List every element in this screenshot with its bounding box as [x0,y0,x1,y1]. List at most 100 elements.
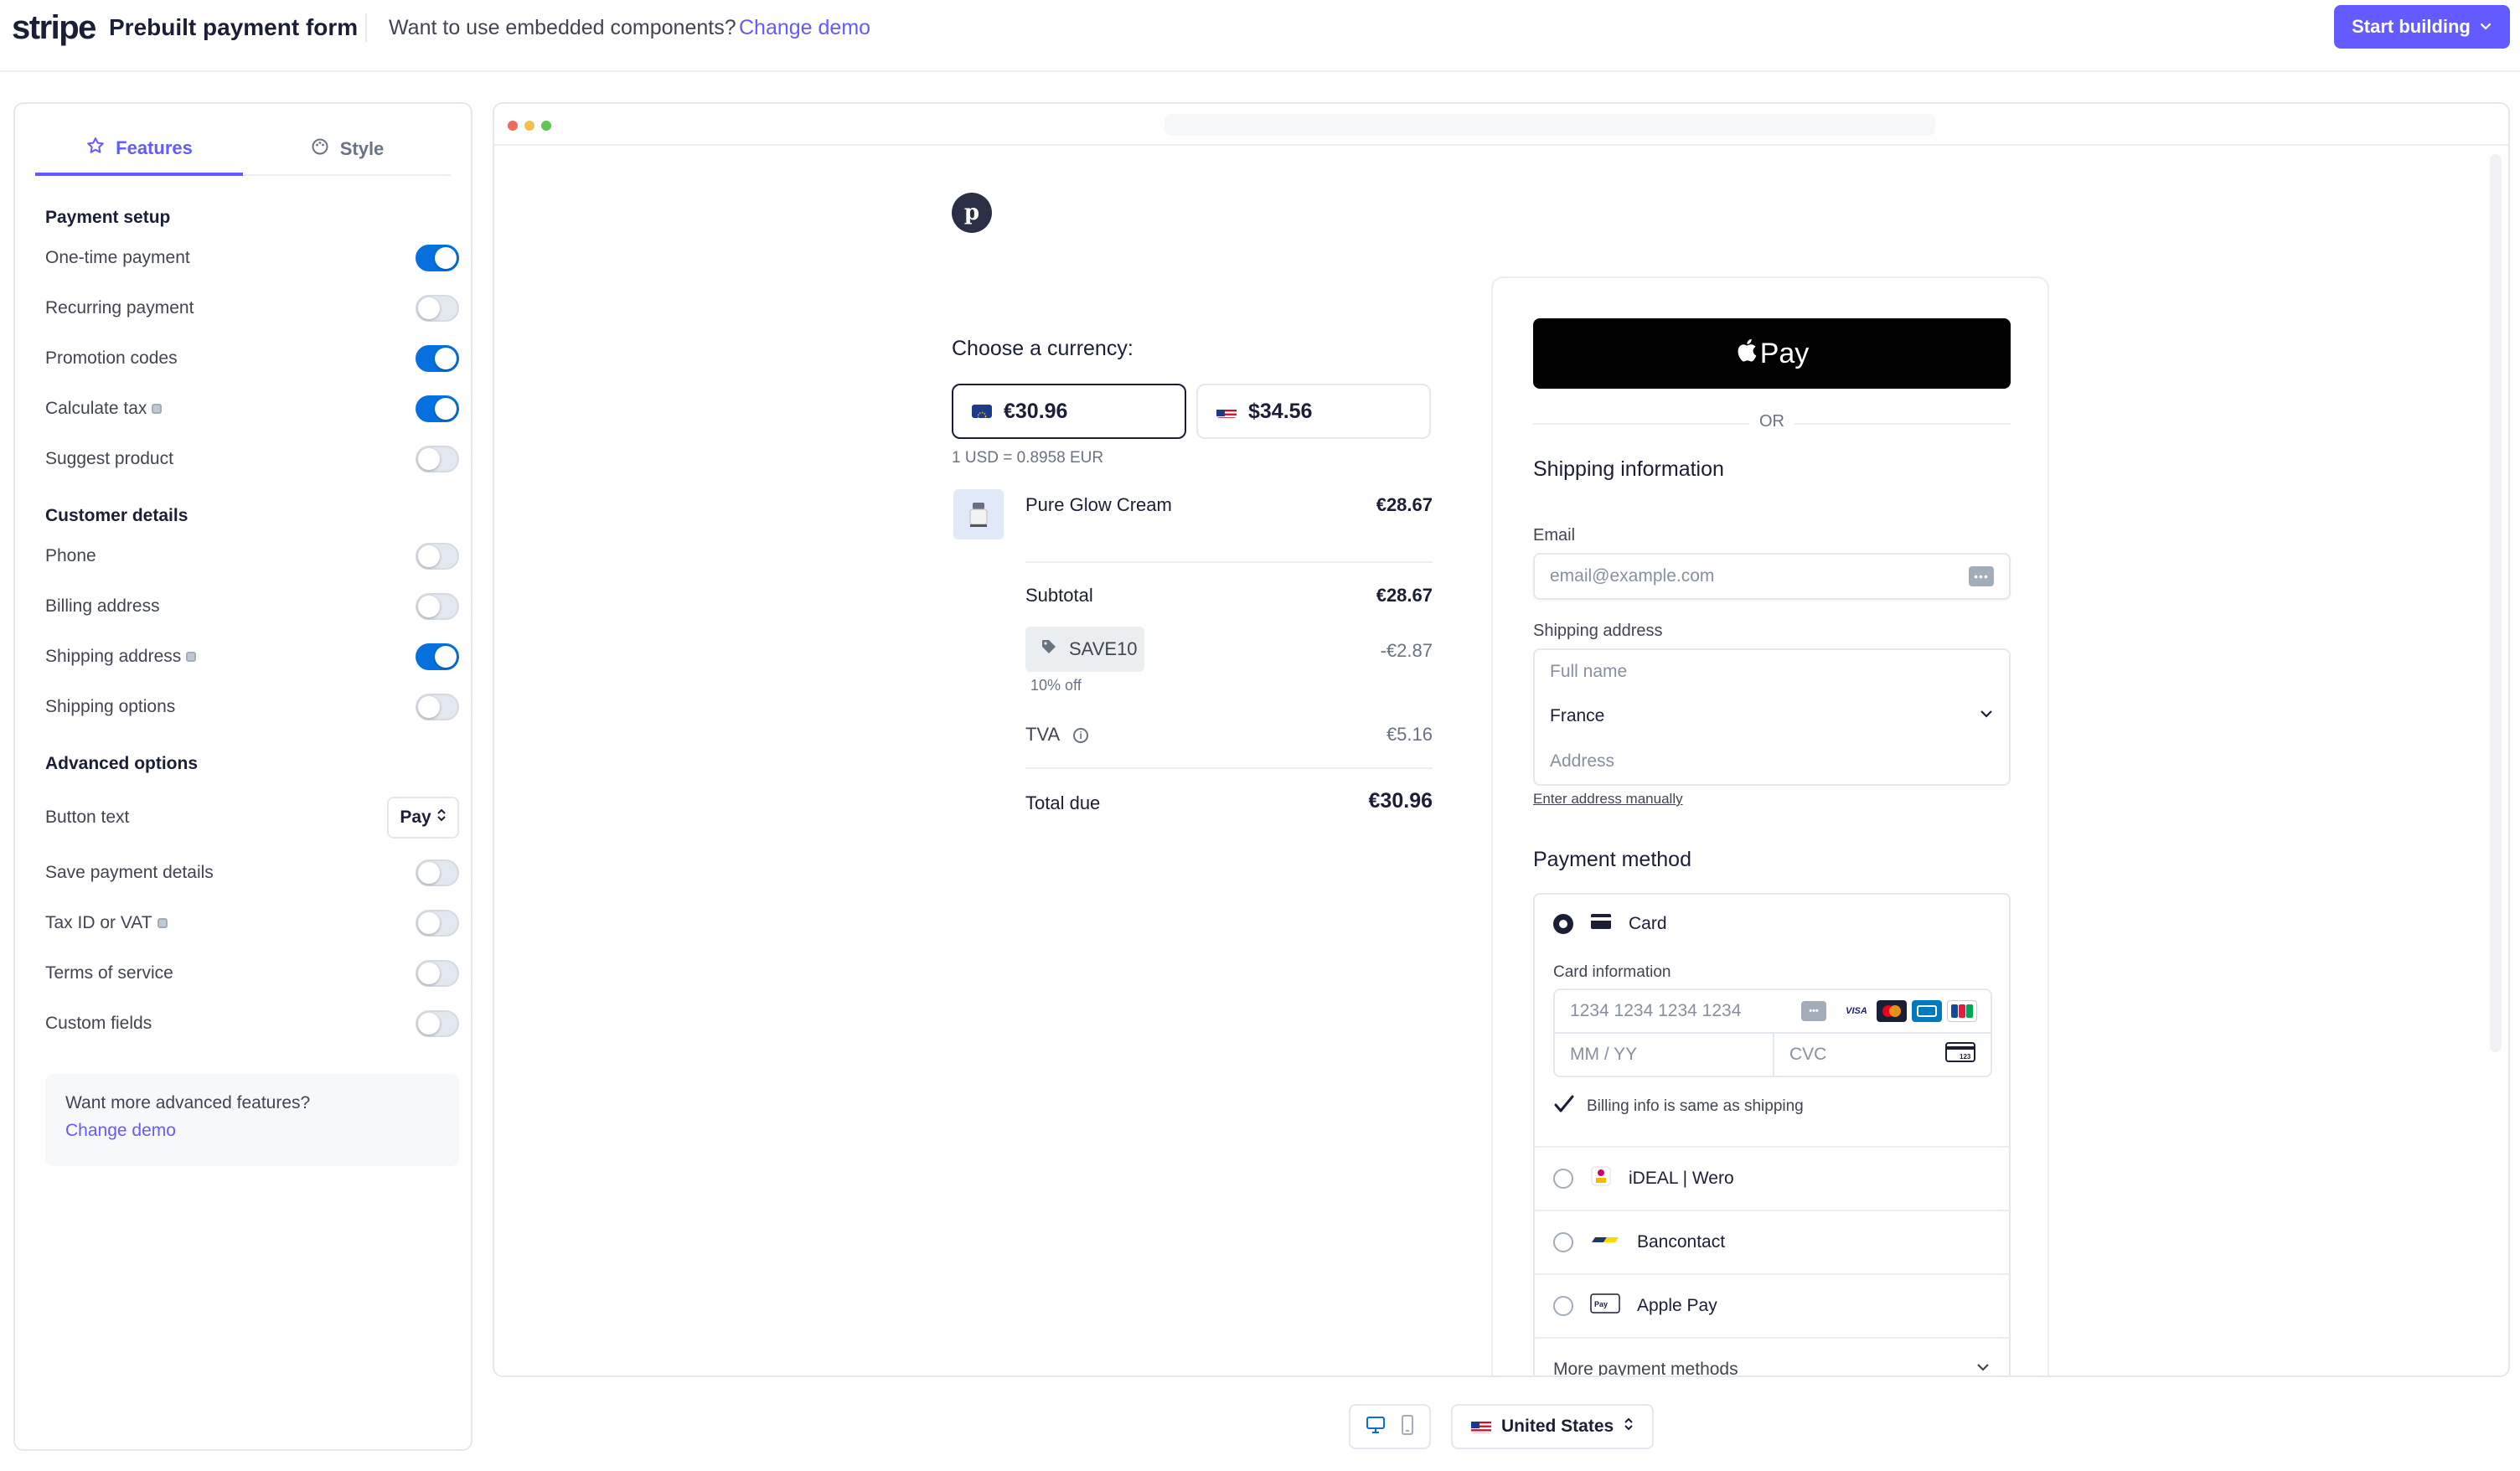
checkmark-icon[interactable] [1553,1094,1575,1119]
promotion-codes-toggle[interactable] [416,345,459,372]
apple-logo-icon [1735,338,1757,370]
currency-option-eur[interactable]: €30.96 [952,384,1186,439]
button-text-select[interactable]: Pay [387,797,459,839]
shipping-options-toggle[interactable] [416,694,459,720]
card-label: Card [1629,914,1667,933]
option-label: Recurring payment [45,298,194,317]
cvc-field[interactable]: CVC 123 [1773,1032,1992,1077]
calculate-tax-toggle[interactable] [416,395,459,422]
chevron-down-icon [1979,706,1994,726]
autofill-icon[interactable]: ••• [1801,1001,1826,1021]
info-circle-icon[interactable]: i [1073,728,1089,744]
country-select[interactable]: France [1533,694,2011,741]
chevron-down-icon [2479,16,2492,38]
option-save-payment-details: Save payment details [45,856,459,890]
scrollbar[interactable] [2490,154,2502,1052]
custom-fields-toggle[interactable] [416,1010,459,1037]
tab-features[interactable]: Features [35,124,243,176]
tab-features-label: Features [116,137,193,158]
tab-style[interactable]: Style [243,124,451,176]
option-label: Custom fields [45,1014,152,1033]
change-demo-link[interactable]: Change demo [739,15,870,40]
save-payment-details-toggle[interactable] [416,859,459,886]
divider [1025,561,1433,563]
mobile-icon[interactable] [1401,1414,1414,1439]
email-field[interactable]: email@example.com ••• [1533,553,2011,600]
card-number-placeholder: 1234 1234 1234 1234 [1570,1001,1742,1020]
card-number-field[interactable]: 1234 1234 1234 1234 ••• VISA [1553,988,1992,1034]
option-calculate-tax: Calculate tax [45,392,459,426]
full-name-field[interactable]: Full name [1533,648,2011,695]
shipping-address-label: Shipping address [1533,622,1663,640]
currency-amount: $34.56 [1248,399,1313,423]
enter-address-manually-link[interactable]: Enter address manually [1533,791,1683,808]
advanced-features-callout: Want more advanced features? Change demo [45,1074,459,1166]
bancontact-radio[interactable] [1553,1232,1573,1252]
option-label: Button text [45,808,130,827]
total-value: €30.96 [1368,789,1433,813]
option-promotion-codes: Promotion codes [45,342,459,375]
advanced-options-heading: Advanced options [45,754,199,773]
browser-chrome [494,104,2508,146]
option-billing-address: Billing address [45,590,459,623]
url-bar [1164,114,1935,136]
option-label: Billing address [45,596,160,616]
stripe-logo[interactable]: stripe [12,8,96,47]
tag-icon [1041,638,1057,660]
updown-chevron-icon [1624,1417,1634,1437]
header-divider [365,13,367,42]
total-label: Total due [1025,792,1101,813]
credit-card-icon [1590,913,1612,935]
option-label: Phone [45,546,96,565]
apple-pay-radio[interactable] [1553,1296,1573,1316]
preview-country-select[interactable]: United States [1451,1404,1654,1449]
suggest-product-toggle[interactable] [416,446,459,472]
shipping-address-toggle[interactable] [416,643,459,670]
payment-option-bancontact[interactable]: Bancontact [1535,1210,2009,1273]
info-icon[interactable] [157,918,168,929]
more-payment-methods[interactable]: More payment methods [1535,1337,2009,1376]
option-label: Save payment details [45,863,214,882]
one-time-payment-toggle[interactable] [416,245,459,271]
autofill-icon[interactable]: ••• [1969,566,1994,586]
payment-method-heading: Payment method [1533,848,1691,871]
address-placeholder: Address [1550,751,1615,771]
apple-pay-button[interactable]: Pay [1533,318,2011,389]
payment-option-apple-pay[interactable]: Pay Apple Pay [1535,1273,2009,1337]
ideal-icon [1590,1165,1612,1192]
change-demo-link[interactable]: Change demo [65,1116,439,1146]
payment-option-ideal[interactable]: iDEAL | Wero [1535,1146,2009,1210]
recurring-payment-toggle[interactable] [416,295,459,322]
button-text-value: Pay [400,808,431,827]
minimize-dot-icon [524,121,534,131]
option-label: Suggest product [45,449,173,468]
svg-text:Pay: Pay [1594,1300,1608,1308]
info-icon[interactable] [186,652,197,663]
phone-toggle[interactable] [416,543,459,570]
payment-method-list: Card Card information 1234 1234 1234 123… [1533,893,2011,1376]
address-field[interactable]: Address [1533,739,2011,786]
option-recurring-payment: Recurring payment [45,292,459,325]
desktop-icon[interactable] [1366,1416,1386,1438]
chevron-down-icon [1975,1360,1991,1376]
ideal-radio[interactable] [1553,1169,1573,1189]
shipping-heading: Shipping information [1533,457,1724,481]
tax-id-toggle[interactable] [416,910,459,937]
currency-option-usd[interactable]: $34.56 [1196,384,1431,439]
payment-option-card[interactable]: Card [1553,913,1667,935]
billing-same-row[interactable]: Billing info is same as shipping [1553,1094,1804,1119]
full-name-placeholder: Full name [1550,662,1628,681]
info-icon[interactable] [152,404,163,415]
option-terms-of-service: Terms of service [45,957,459,990]
start-building-button[interactable]: Start building [2334,5,2510,49]
billing-address-toggle[interactable] [416,593,459,620]
terms-of-service-toggle[interactable] [416,960,459,987]
card-radio[interactable] [1553,914,1573,934]
apple-pay-method-label: Apple Pay [1637,1296,1717,1315]
bancontact-icon [1590,1231,1620,1253]
expiry-field[interactable]: MM / YY [1553,1032,1774,1077]
or-text: OR [1759,412,1784,431]
page-title: Prebuilt payment form [109,14,359,40]
promo-code-chip[interactable]: SAVE10 [1025,627,1144,672]
divider [1025,767,1433,769]
